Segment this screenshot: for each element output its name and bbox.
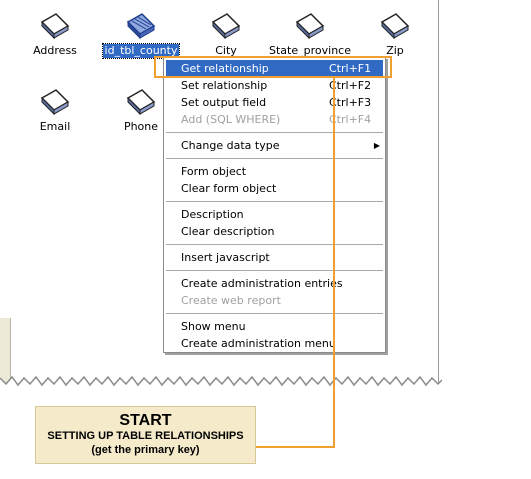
menu-item-label: Form object (181, 165, 247, 178)
table-field-icon (380, 13, 410, 40)
menu-item-shortcut: Ctrl+F2 (329, 79, 372, 92)
field-address[interactable]: Address (10, 12, 100, 58)
menu-separator (166, 313, 383, 314)
menu-item-show-menu[interactable]: Show menu (164, 318, 385, 335)
callout-subtitle: SETTING UP TABLE RELATIONSHIPS (47, 430, 244, 442)
field-zip[interactable]: Zip (350, 12, 440, 58)
field-label: Address (33, 44, 77, 57)
table-field-icon (126, 89, 156, 116)
menu-item-label: Add (SQL WHERE) (181, 113, 281, 126)
menu-separator (166, 158, 383, 159)
table-field-icon (126, 13, 156, 40)
menu-item-create-administration-entries[interactable]: Create administration entries (164, 275, 385, 292)
menu-item-label: Insert javascript (181, 251, 270, 264)
field-email[interactable]: Email (10, 88, 100, 134)
callout-connector-horizontal (256, 446, 335, 448)
table-field-icon (211, 13, 241, 40)
menu-item-label: Create administration entries (181, 277, 343, 290)
callout-highlight-box (154, 56, 392, 78)
menu-item-shortcut: Ctrl+F3 (329, 96, 372, 109)
menu-item-change-data-type[interactable]: Change data type ▶ (164, 137, 385, 154)
table-field-icon (40, 13, 70, 40)
menu-item-create-web-report: Create web report (164, 292, 385, 309)
callout-title: START (119, 412, 172, 429)
menu-item-set-output-field[interactable]: Set output field Ctrl+F3 (164, 94, 385, 111)
context-menu: Get relationship Ctrl+F1 Set relationship… (163, 57, 386, 353)
submenu-arrow-icon: ▶ (373, 141, 380, 150)
menu-separator (166, 270, 383, 271)
menu-item-create-administration-menu[interactable]: Create administration menu (164, 335, 385, 352)
menu-item-insert-javascript[interactable]: Insert javascript (164, 249, 385, 266)
table-field-icon (40, 89, 70, 116)
menu-item-form-object[interactable]: Form object (164, 163, 385, 180)
menu-item-label: Create administration menu (181, 337, 336, 350)
field-label: Phone (123, 120, 159, 133)
menu-item-add-sql-where: Add (SQL WHERE) Ctrl+F4 (164, 111, 385, 128)
menu-item-clear-form-object[interactable]: Clear form object (164, 180, 385, 197)
field-label: Email (39, 120, 71, 133)
menu-item-label: Show menu (181, 320, 246, 333)
menu-item-label: Clear description (181, 225, 275, 238)
menu-separator (166, 201, 383, 202)
menu-item-label: Set relationship (181, 79, 268, 92)
menu-separator (166, 244, 383, 245)
menu-item-description[interactable]: Description (164, 206, 385, 223)
menu-item-label: Create web report (181, 294, 281, 307)
table-field-icon (295, 13, 325, 40)
menu-item-clear-description[interactable]: Clear description (164, 223, 385, 240)
menu-item-label: Clear form object (181, 182, 277, 195)
menu-separator (166, 132, 383, 133)
menu-item-label: Set output field (181, 96, 267, 109)
torn-edge (0, 375, 442, 392)
start-callout: START SETTING UP TABLE RELATIONSHIPS (ge… (35, 406, 256, 464)
menu-item-label: Change data type (181, 139, 280, 152)
callout-connector-vertical (333, 78, 335, 448)
field-id-tbl-county[interactable]: id_tbl_county (96, 12, 186, 59)
field-city[interactable]: City (181, 12, 271, 58)
menu-item-label: Description (181, 208, 244, 221)
field-state-province[interactable]: State_province (265, 12, 355, 58)
menu-item-set-relationship[interactable]: Set relationship Ctrl+F2 (164, 77, 385, 94)
menu-item-shortcut: Ctrl+F4 (329, 113, 372, 126)
callout-note: (get the primary key) (91, 444, 200, 456)
